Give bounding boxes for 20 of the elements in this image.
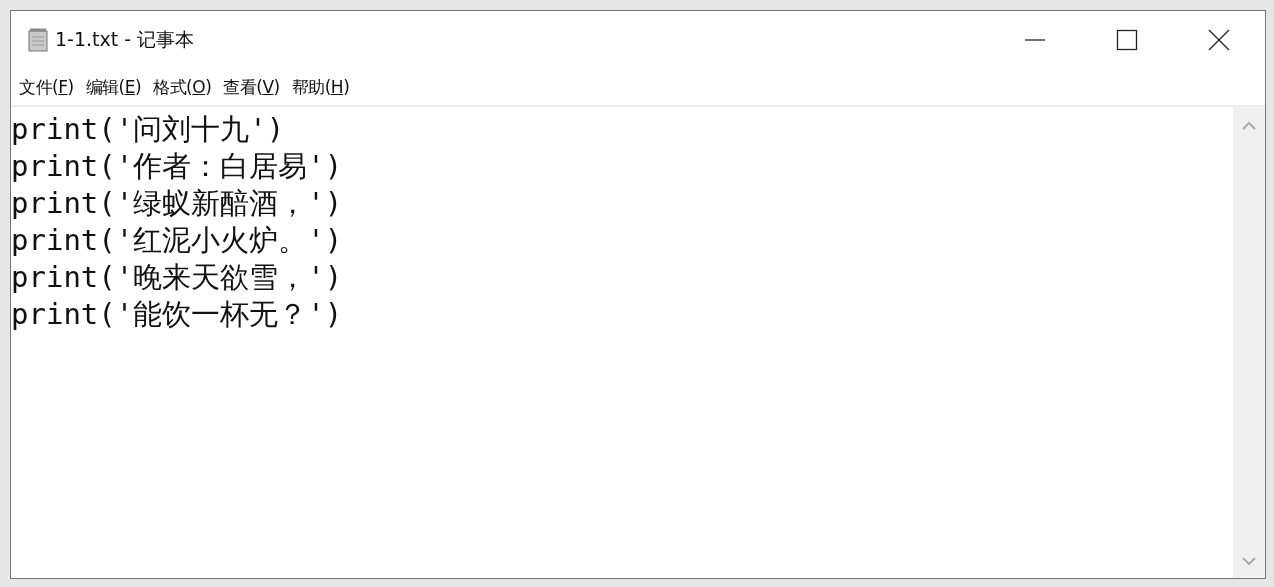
scroll-down-icon[interactable] [1242,557,1256,566]
scroll-up-icon[interactable] [1242,121,1256,130]
menu-item[interactable]: 查看(V) [223,75,280,99]
minimize-icon [1024,39,1046,41]
maximize-icon [1116,29,1138,51]
code-line: print('作者：白居易') [11,148,343,185]
code-line: print('能饮一杯无？') [11,296,343,333]
code-line: print('晚来天欲雪，') [11,259,343,296]
code-line: print('绿蚁新醅酒，') [11,185,343,222]
window-title: 1-1.txt - 记事本 [55,27,195,52]
code-line: print('红泥小火炉。') [11,222,343,259]
notepad-icon [27,28,49,52]
close-icon [1208,29,1230,51]
menu-item[interactable]: 编辑(E) [85,75,142,99]
vertical-scrollbar[interactable] [1233,107,1265,578]
menu-item[interactable]: 文件(F) [19,75,74,99]
menu-item[interactable]: 格式(O) [153,75,212,99]
text-editor[interactable]: print('问刘十九') print('作者：白居易') print('绿蚁新醅酒，') print('红泥小火炉。') print('晚来天欲雪，') print('能饮一杯无？') [11,107,1233,578]
code-line: print('问刘十九') [11,111,285,148]
menu-item[interactable]: 帮助(H) [291,75,350,99]
